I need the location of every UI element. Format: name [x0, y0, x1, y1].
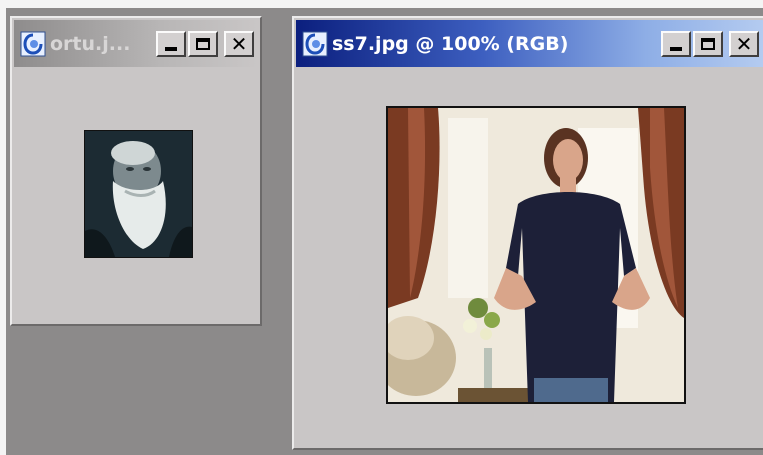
document-image-canvas[interactable] — [386, 106, 686, 404]
inactive-document-window[interactable]: ortu.j... ✕ — [10, 16, 262, 326]
maximize-button[interactable] — [693, 30, 723, 57]
desktop-edge — [0, 0, 6, 455]
desktop-edge — [0, 0, 763, 8]
window-controls: ✕ — [156, 30, 254, 57]
window-title: ss7.jpg @ 100% (RGB) — [332, 32, 569, 55]
close-button[interactable]: ✕ — [224, 30, 254, 57]
minimize-button[interactable] — [661, 30, 691, 57]
close-icon: ✕ — [230, 31, 248, 56]
maximize-icon — [701, 37, 715, 50]
close-icon: ✕ — [735, 31, 753, 56]
minimize-icon — [670, 46, 682, 51]
window-titlebar[interactable]: ss7.jpg @ 100% (RGB) ✕ — [296, 20, 763, 67]
active-document-window[interactable]: ss7.jpg @ 100% (RGB) ✕ — [292, 16, 763, 450]
maximize-button[interactable] — [188, 30, 218, 57]
window-titlebar[interactable]: ortu.j... ✕ — [14, 20, 258, 67]
photoshop-app-icon[interactable] — [302, 31, 328, 57]
minimize-button[interactable] — [156, 30, 186, 57]
close-button[interactable]: ✕ — [729, 30, 759, 57]
window-title: ortu.j... — [50, 32, 131, 55]
photoshop-app-icon[interactable] — [20, 31, 46, 57]
document-image-thumbnail — [84, 130, 193, 258]
maximize-icon — [196, 37, 210, 50]
window-controls: ✕ — [661, 30, 759, 57]
minimize-icon — [165, 46, 177, 51]
desktop: ortu.j... ✕ ss7.jpg @ 100% (RGB) ✕ — [0, 0, 763, 455]
